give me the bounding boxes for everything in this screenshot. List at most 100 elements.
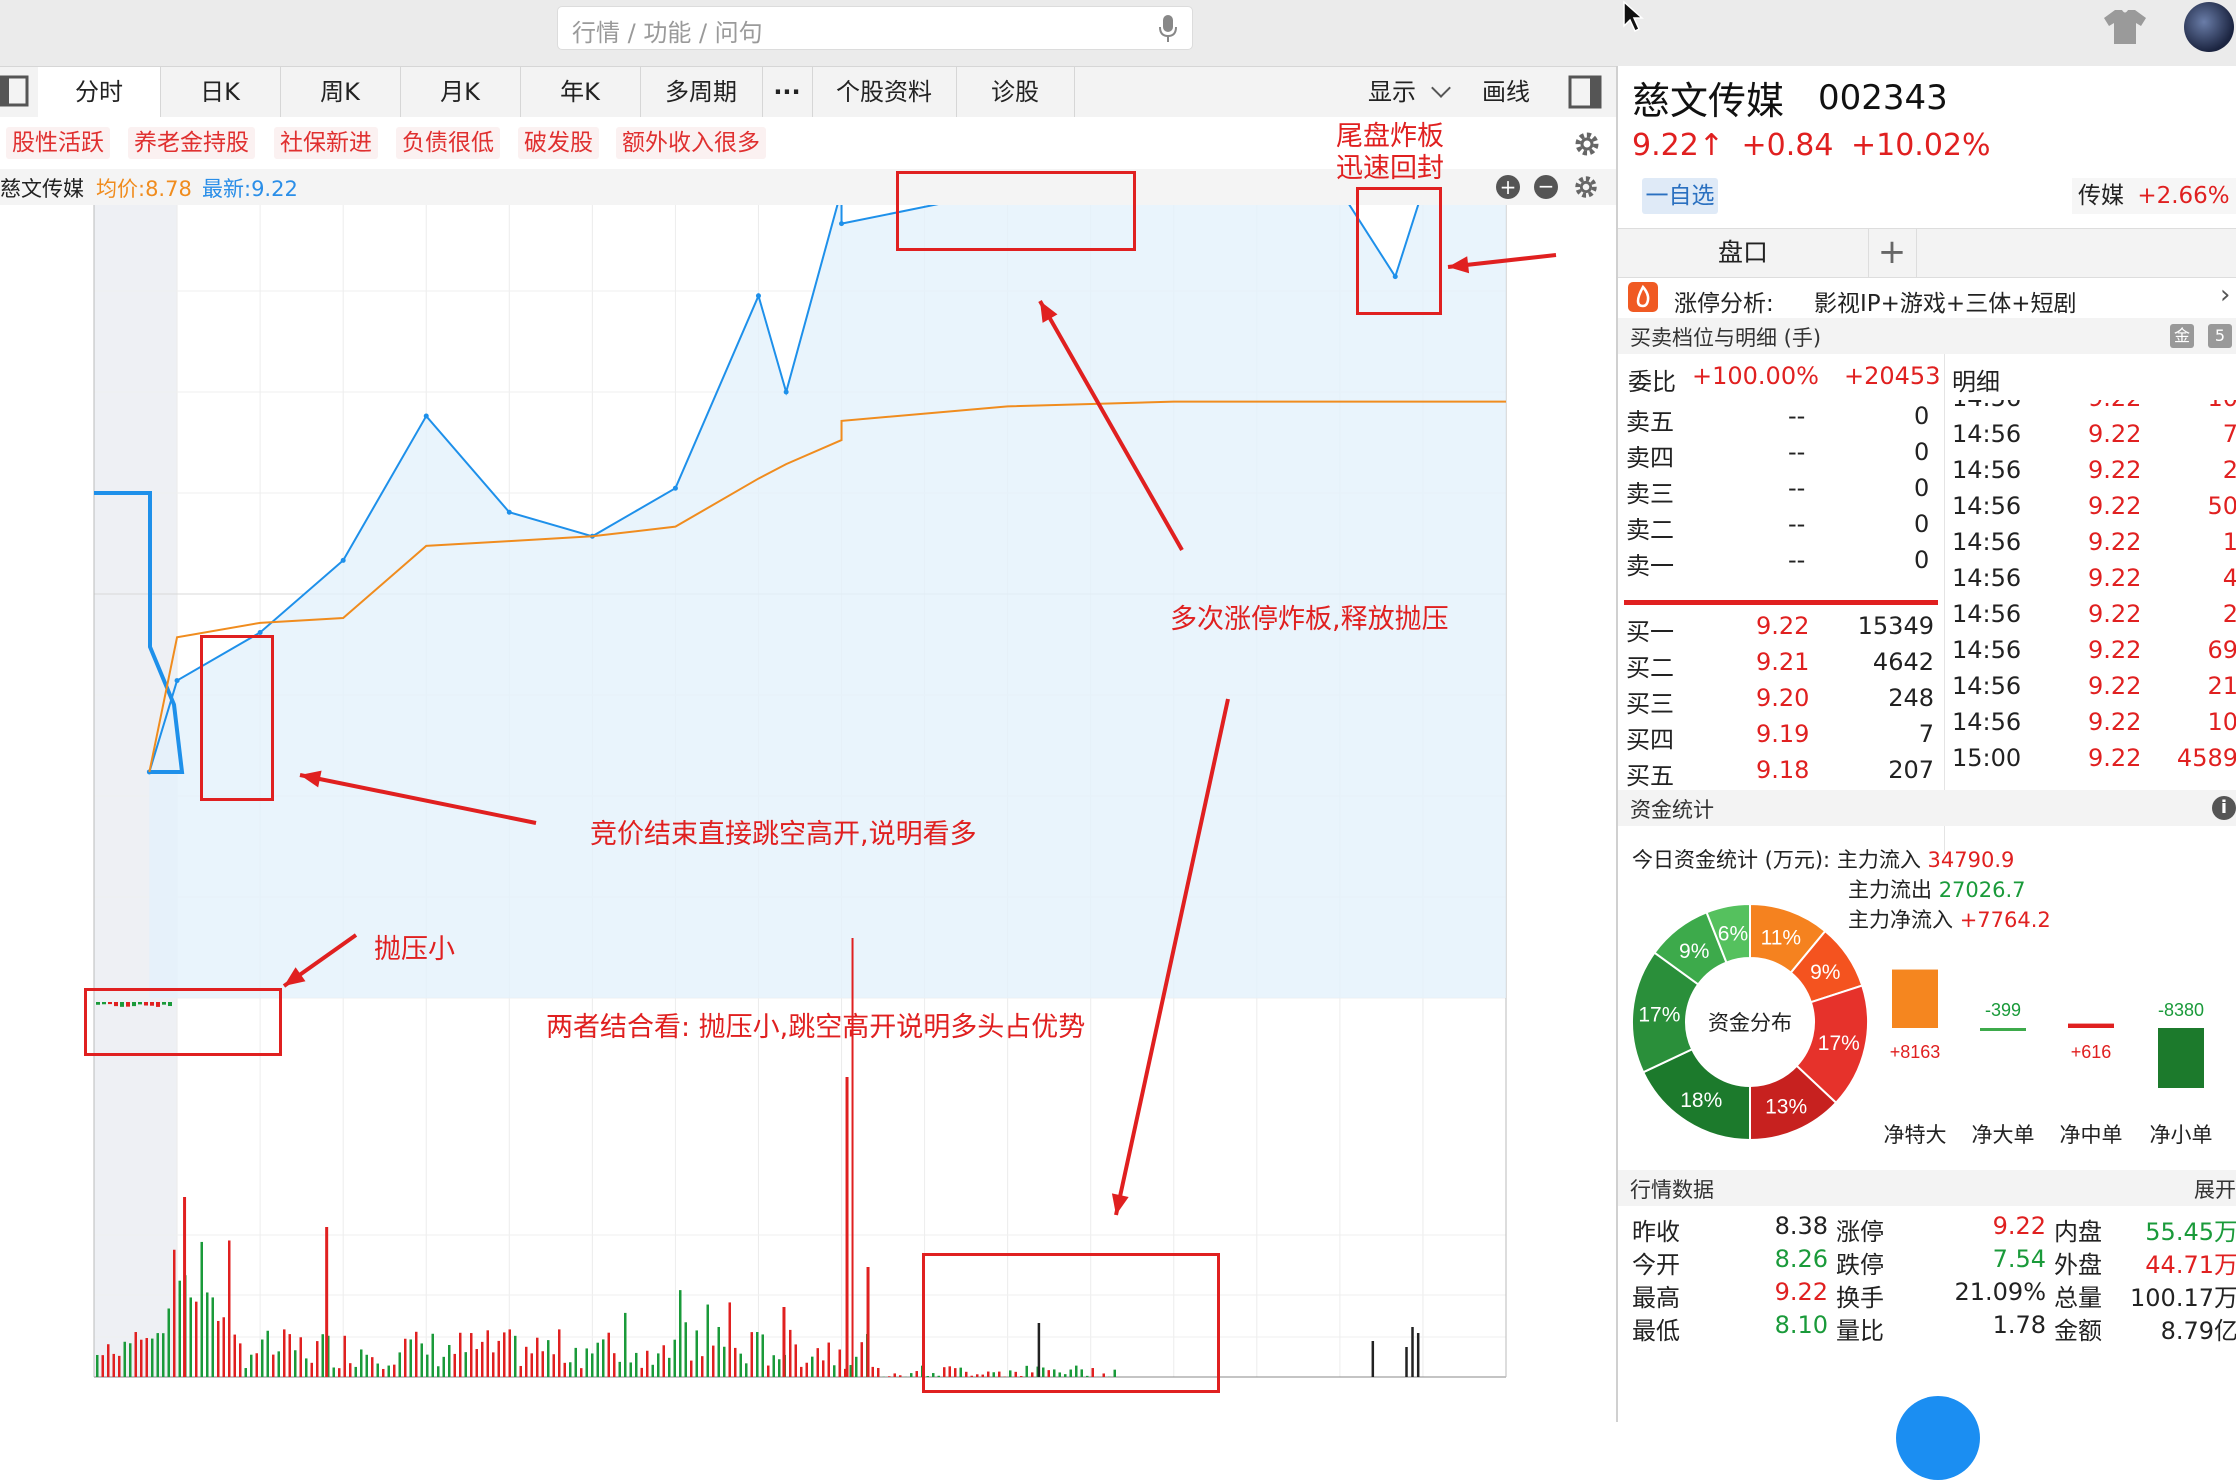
ask-level-volume: 0 — [1914, 438, 1929, 466]
chevron-right-icon: › — [2220, 280, 2230, 310]
bid-level-volume: 15349 — [1854, 612, 1934, 640]
chart-settings-icon[interactable] — [1572, 173, 1600, 201]
concept-tag[interactable]: 额外收入很多 — [616, 127, 766, 159]
volume-bar — [1405, 1347, 1408, 1377]
tab-daily-k[interactable]: 日K — [160, 67, 281, 117]
stock-code: 002343 — [1818, 78, 1948, 118]
tab-stock-profile[interactable]: 个股资料 — [812, 67, 957, 117]
detail-volume: 50 — [2166, 492, 2236, 520]
bid-level-price: 9.19 — [1756, 720, 1809, 748]
volume-bar — [305, 1358, 308, 1377]
add-tab-button[interactable]: + — [1868, 229, 1917, 277]
quote-data-title: 行情数据 — [1630, 1174, 1714, 1204]
quote-label: 最低 — [1632, 1311, 1680, 1346]
panel-toggle-icon[interactable] — [1568, 75, 1602, 113]
quote-value: 8.26 — [1718, 1245, 1828, 1273]
volume-bar — [360, 1349, 363, 1377]
price-point — [341, 558, 346, 563]
volume-bar — [503, 1332, 506, 1377]
volume-bar — [443, 1357, 446, 1377]
gold-icon[interactable]: 金 — [2170, 324, 2194, 348]
volume-bar — [789, 1330, 792, 1377]
bid-level-name: 买三 — [1626, 684, 1674, 719]
tab-weekly-k[interactable]: 周K — [280, 67, 401, 117]
volume-bar — [547, 1340, 550, 1377]
detail-price: 9.22 — [2088, 672, 2141, 700]
search-box[interactable]: 行情 / 功能 / 问句 — [557, 6, 1193, 50]
avatar[interactable] — [2184, 2, 2234, 52]
fund-flow-bars: +8163净特大-399净大单+616净中单-8380净小单 — [1868, 946, 2236, 1156]
volume-bar — [782, 1307, 785, 1377]
tab-multi-period[interactable]: 多周期 — [640, 67, 763, 117]
stock-price-line: 9.22↑ +0.84 +10.02% — [1632, 128, 1991, 163]
tab-monthly-k[interactable]: 月K — [400, 67, 521, 117]
fund-out-label: 主力流出 — [1848, 878, 1932, 902]
detail-time: 14:56 — [1952, 420, 2021, 448]
sector-tag[interactable]: 传媒 +2.66% — [2072, 178, 2236, 214]
volume-bar — [294, 1350, 297, 1377]
volume-bar — [382, 1369, 385, 1377]
volume-bar — [608, 1333, 611, 1377]
zoom-in-icon[interactable]: + — [1496, 175, 1520, 199]
volume-bar — [580, 1368, 583, 1377]
ask-level-price: -- — [1788, 546, 1805, 574]
price-point — [507, 510, 512, 515]
limit-up-analysis-row[interactable]: 涨停分析: 影视IP+游戏+三体+短剧 › — [1618, 278, 2236, 319]
volume-bar — [861, 1342, 864, 1377]
draw-line-button[interactable]: 画线 — [1482, 67, 1530, 117]
floating-action-button[interactable] — [1896, 1396, 1980, 1480]
detail-price: 9.22 — [2088, 564, 2141, 592]
fund-out-value: 27026.7 — [1939, 878, 2026, 902]
volume-bar — [806, 1363, 809, 1377]
intraday-chart[interactable]: 尾盘炸板 迅速回封 多次涨停炸板,释放抛压 竞价结束直接跳空高开,说明看多 抛压… — [0, 205, 1616, 1422]
quote-label: 量比 — [1836, 1311, 1884, 1346]
info-icon[interactable]: i — [2212, 796, 2236, 820]
volume-bar — [817, 1348, 820, 1377]
sector-change: +2.66% — [2137, 183, 2229, 209]
detail-time: 14:56 — [1952, 564, 2021, 592]
volume-bar — [195, 1302, 198, 1377]
tab-more[interactable]: ··· — [762, 67, 813, 117]
fund-out-line: 主力流出 27026.7 — [1848, 874, 2026, 904]
detail-time: 14:56 — [1952, 708, 2021, 736]
volume-bar — [707, 1305, 710, 1377]
volume-bar — [168, 1308, 171, 1377]
tab-diagnose[interactable]: 诊股 — [956, 67, 1075, 117]
level5-icon[interactable]: 5 — [2208, 324, 2232, 348]
expand-button[interactable]: 展开 — [2194, 1174, 2236, 1204]
concept-tag[interactable]: 社保新进 — [274, 127, 378, 159]
volume-bar — [355, 1367, 358, 1377]
fund-in-value: 34790.9 — [1928, 848, 2015, 872]
fund-stats-header: 资金统计 i — [1618, 790, 2236, 826]
ask-level-price: -- — [1788, 510, 1805, 538]
sidebar-toggle-icon[interactable] — [0, 75, 30, 107]
bid-level-price: 9.22 — [1756, 612, 1809, 640]
detail-price: 9.22 — [2088, 528, 2141, 556]
zoom-out-icon[interactable]: − — [1534, 175, 1558, 199]
concept-tag[interactable]: 破发股 — [518, 127, 599, 159]
tab-order-book[interactable]: 盘口 — [1618, 229, 1869, 277]
fund-distribution-donut: 11%9%17%13%18%17%9%6%资金分布 — [1630, 902, 1870, 1142]
volume-bar — [509, 1329, 512, 1377]
concept-tag[interactable]: 股性活跃 — [6, 127, 110, 159]
add-watchlist-button[interactable]: 一自选 — [1642, 178, 1718, 214]
bid-level-name: 买一 — [1626, 612, 1674, 647]
concept-tag[interactable]: 负债很低 — [396, 127, 500, 159]
annotation-multi-break: 多次涨停炸板,释放抛压 — [1170, 597, 1449, 636]
quote-label: 总量 — [2054, 1278, 2102, 1313]
tshirt-icon[interactable] — [2100, 6, 2150, 46]
volume-bar — [591, 1353, 594, 1377]
tab-intraday[interactable]: 分时 — [38, 67, 161, 117]
volume-bar — [1411, 1327, 1414, 1377]
donut-label: 6% — [1718, 923, 1748, 946]
settings-gear-icon[interactable] — [1572, 129, 1602, 159]
bid-level-volume: 4642 — [1854, 648, 1934, 676]
detail-time: 14:56 — [1952, 600, 2021, 628]
microphone-icon[interactable] — [1158, 14, 1178, 44]
display-dropdown[interactable]: 显示 — [1368, 67, 1448, 117]
tab-yearly-k[interactable]: 年K — [520, 67, 641, 117]
fund-stats-title: 资金统计 — [1630, 794, 1714, 824]
fund-bar-value: -399 — [1985, 1000, 2021, 1020]
detail-volume: 10 — [2166, 708, 2236, 736]
concept-tag[interactable]: 养老金持股 — [128, 127, 255, 159]
